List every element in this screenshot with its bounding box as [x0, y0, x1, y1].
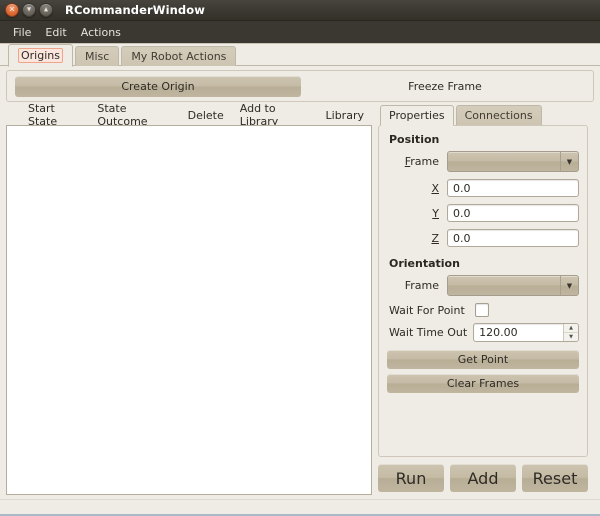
action-button-row: Run Add Reset: [378, 457, 588, 499]
tab-origins[interactable]: Origins: [8, 44, 73, 67]
wait-time-out-stepper[interactable]: 120.00 ▲ ▼: [473, 323, 579, 342]
window-controls: × ▾ ▴: [5, 3, 53, 17]
canvas-toolbar: Start State State Outcome Delete Add to …: [6, 102, 372, 128]
minimize-glyph: ▾: [26, 4, 31, 14]
orientation-frame-label: Frame: [404, 279, 439, 292]
orientation-section-title: Orientation: [389, 257, 460, 270]
position-y-input[interactable]: 0.0: [447, 204, 579, 222]
maximize-glyph: ▴: [43, 4, 48, 14]
position-z-input[interactable]: 0.0: [447, 229, 579, 247]
menu-item-edit[interactable]: Edit: [38, 24, 73, 41]
tab-properties[interactable]: Properties: [380, 105, 454, 126]
window-title: RCommanderWindow: [65, 3, 205, 17]
title-bar: × ▾ ▴ RCommanderWindow: [0, 0, 600, 21]
position-y-row: Y 0.0: [387, 204, 579, 222]
tab-misc[interactable]: Misc: [74, 46, 120, 66]
properties-panel: Position Frame ▼ X 0.0 Y 0.0 Z 0.0 Orien…: [378, 125, 588, 457]
position-section-title: Position: [389, 133, 440, 146]
close-glyph: ×: [8, 4, 16, 14]
freeze-frame-label[interactable]: Freeze Frame: [301, 80, 589, 93]
get-point-button[interactable]: Get Point: [387, 350, 579, 369]
maximize-icon[interactable]: ▴: [39, 3, 53, 17]
tab-origins-label: Origins: [18, 48, 63, 63]
main-tab-bar: Origins Misc My Robot Actions: [0, 44, 600, 67]
position-z-mnemonic: Z: [431, 231, 439, 245]
position-y-mnemonic: Y: [432, 206, 439, 220]
wait-time-out-label: Wait Time Out: [389, 326, 468, 339]
run-button[interactable]: Run: [378, 464, 444, 492]
position-frame-combo[interactable]: ▼: [447, 151, 579, 172]
chevron-down-icon: ▼: [560, 276, 578, 295]
wait-for-point-label: Wait For Point: [389, 303, 465, 317]
position-z-row: Z 0.0: [387, 229, 579, 247]
position-x-row: X 0.0: [387, 179, 579, 197]
add-button[interactable]: Add: [450, 464, 516, 492]
position-x-input[interactable]: 0.0: [447, 179, 579, 197]
stepper-up-icon[interactable]: ▲: [564, 324, 578, 333]
wait-time-out-row: Wait Time Out 120.00 ▲ ▼: [389, 323, 579, 342]
reset-button[interactable]: Reset: [522, 464, 588, 492]
canvas-column: Start State State Outcome Delete Add to …: [6, 102, 372, 499]
menu-bar: File Edit Actions: [0, 21, 600, 44]
stepper-down-icon[interactable]: ▼: [564, 333, 578, 341]
close-icon[interactable]: ×: [5, 3, 19, 17]
toolbar-item-delete[interactable]: Delete: [180, 108, 232, 123]
origins-toolbar-panel: Create Origin Freeze Frame: [6, 70, 594, 102]
menu-item-actions[interactable]: Actions: [74, 24, 128, 41]
minimize-icon[interactable]: ▾: [22, 3, 36, 17]
properties-column: Properties Connections Position Frame ▼ …: [378, 105, 588, 499]
clear-frames-button[interactable]: Clear Frames: [387, 374, 579, 393]
orientation-frame-row: Frame ▼: [387, 275, 579, 296]
tab-connections[interactable]: Connections: [455, 105, 542, 125]
position-z-label: Z: [387, 232, 447, 245]
position-y-label: Y: [387, 207, 447, 220]
properties-tab-bar: Properties Connections: [378, 105, 588, 126]
tab-my-robot-actions-label: My Robot Actions: [131, 50, 227, 63]
chevron-down-icon: ▼: [560, 152, 578, 171]
position-x-mnemonic: X: [431, 181, 439, 195]
position-frame-mnemonic: F: [404, 155, 411, 168]
orientation-frame-combo[interactable]: ▼: [447, 275, 579, 296]
menu-item-file[interactable]: File: [6, 24, 38, 41]
main-body: Start State State Outcome Delete Add to …: [0, 102, 600, 499]
create-origin-button[interactable]: Create Origin: [15, 75, 301, 97]
position-frame-label: Frame: [404, 155, 439, 168]
application-window: × ▾ ▴ RCommanderWindow File Edit Actions…: [0, 0, 600, 516]
toolbar-item-library[interactable]: Library: [318, 108, 372, 123]
wait-time-out-value[interactable]: 120.00: [474, 326, 563, 339]
position-frame-row: Frame ▼: [387, 151, 579, 172]
state-machine-canvas[interactable]: [6, 125, 372, 495]
tab-my-robot-actions[interactable]: My Robot Actions: [121, 46, 237, 66]
tab-misc-label: Misc: [84, 50, 110, 63]
position-x-label: X: [387, 182, 447, 195]
stepper-buttons: ▲ ▼: [563, 324, 578, 341]
wait-for-point-row: Wait For Point: [389, 303, 579, 317]
wait-for-point-checkbox[interactable]: [474, 303, 489, 317]
